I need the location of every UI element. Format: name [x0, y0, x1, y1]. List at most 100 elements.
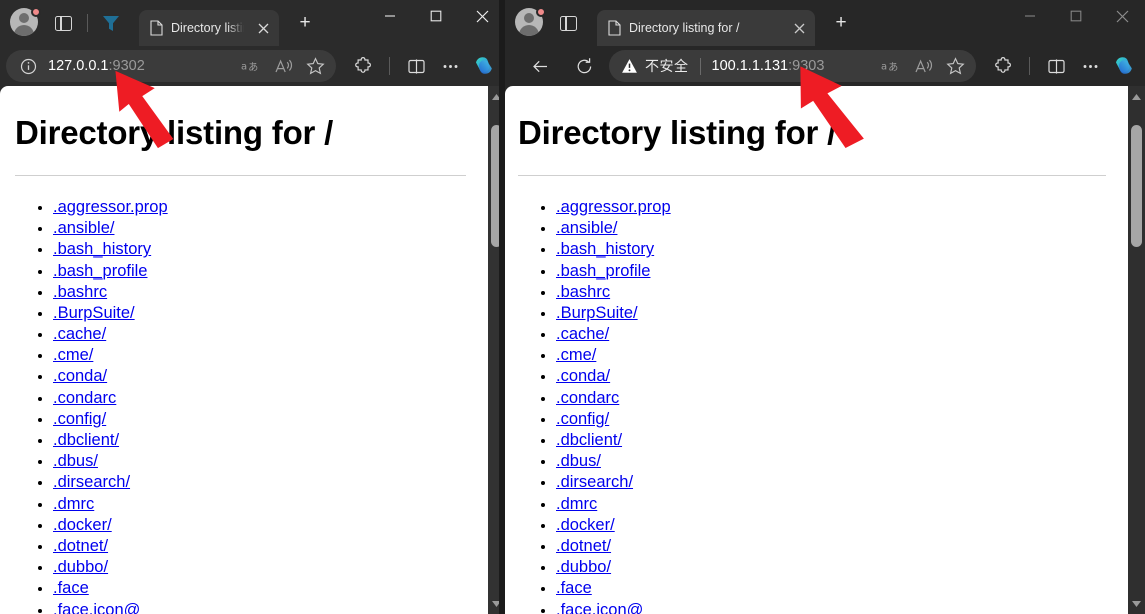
directory-entry-link[interactable]: .dbus/ — [53, 452, 98, 470]
directory-entry-link[interactable]: .docker/ — [556, 516, 615, 534]
directory-entry-link[interactable]: .conda/ — [556, 367, 610, 385]
directory-entry-link[interactable]: .conda/ — [53, 367, 107, 385]
scroll-up-arrow-icon[interactable] — [1128, 88, 1145, 105]
list-item: .dirsearch/ — [556, 474, 1110, 491]
toolbar-right: 不安全 100.1.1.131:9303 aあ — [505, 46, 1145, 86]
directory-entry-link[interactable]: .ansible/ — [556, 219, 617, 237]
list-item: .dirsearch/ — [53, 474, 470, 491]
list-item: .aggressor.prop — [556, 199, 1110, 216]
new-tab-button[interactable]: + — [291, 9, 319, 37]
directory-entry-link[interactable]: .BurpSuite/ — [556, 304, 638, 322]
directory-entry-link[interactable]: .dbclient/ — [53, 431, 119, 449]
copilot-icon[interactable] — [1109, 51, 1139, 81]
directory-entry-link[interactable]: .cme/ — [556, 346, 596, 364]
directory-entry-link[interactable]: .config/ — [556, 410, 609, 428]
directory-entry-link[interactable]: .dmrc — [53, 495, 94, 513]
favorite-icon[interactable] — [300, 53, 330, 79]
directory-entry-link[interactable]: .dotnet/ — [53, 537, 108, 555]
directory-entry-link[interactable]: .face — [53, 579, 89, 597]
collections-filter-icon[interactable] — [99, 11, 123, 35]
dual-browser-screenshot: Directory listing + — [0, 0, 1145, 614]
directory-entry-link[interactable]: .docker/ — [53, 516, 112, 534]
directory-entry-link[interactable]: .bashrc — [53, 283, 107, 301]
favorite-icon[interactable] — [940, 53, 970, 79]
maximize-button[interactable] — [413, 0, 459, 32]
tab-actions-icon[interactable] — [553, 9, 583, 37]
directory-entry-link[interactable]: .bash_profile — [53, 262, 147, 280]
directory-entry-link[interactable]: .cache/ — [556, 325, 609, 343]
list-item: .config/ — [53, 411, 470, 428]
directory-entry-link[interactable]: .face.icon@ — [556, 601, 643, 614]
list-item: .dmrc — [53, 495, 470, 513]
list-item: .bash_profile — [53, 262, 470, 280]
directory-entry-link[interactable]: .BurpSuite/ — [53, 304, 135, 322]
directory-entry-link[interactable]: .dbus/ — [556, 452, 601, 470]
split-screen-icon[interactable] — [1039, 51, 1073, 81]
directory-entry-link[interactable]: .aggressor.prop — [556, 198, 671, 216]
list-item: .face — [53, 580, 470, 597]
toolbar-divider — [1029, 57, 1030, 75]
settings-and-more-icon[interactable] — [1073, 51, 1107, 81]
scrollbar-thumb-right[interactable] — [1131, 125, 1142, 247]
browser-tab-right[interactable]: Directory listing for / — [597, 10, 815, 46]
directory-entry-link[interactable]: .bash_profile — [556, 262, 650, 280]
vertical-scrollbar-right[interactable] — [1128, 86, 1145, 614]
tab-strip-left: Directory listing + — [0, 0, 505, 46]
browser-tab-left[interactable]: Directory listing — [139, 10, 279, 46]
list-item: .bashrc — [53, 283, 470, 301]
split-screen-icon[interactable] — [399, 51, 433, 81]
close-tab-icon[interactable] — [789, 18, 809, 38]
site-information-icon[interactable] — [18, 56, 38, 76]
not-secure-warning[interactable]: 不安全 — [621, 56, 691, 76]
minimize-button[interactable] — [367, 0, 413, 32]
close-window-button[interactable] — [1099, 0, 1145, 32]
list-item: .condarc — [556, 389, 1110, 407]
directory-entry-link[interactable]: .cme/ — [53, 346, 93, 364]
directory-entry-link[interactable]: .bash_history — [556, 240, 654, 258]
extensions-icon[interactable] — [986, 51, 1020, 81]
address-bar-left[interactable]: 127.0.0.1:9302 aあ — [6, 50, 336, 82]
directory-entry-link[interactable]: .ansible/ — [53, 219, 114, 237]
list-item: .config/ — [556, 411, 1110, 428]
profile-avatar[interactable] — [10, 7, 41, 38]
back-icon[interactable] — [523, 51, 557, 81]
directory-entry-link[interactable]: .dirsearch/ — [556, 473, 633, 491]
translate-icon[interactable]: aあ — [236, 53, 266, 79]
directory-entry-link[interactable]: .condarc — [53, 389, 116, 407]
directory-entry-link[interactable]: .face — [556, 579, 592, 597]
directory-entry-link[interactable]: .condarc — [556, 389, 619, 407]
list-item: .face.icon@ — [53, 601, 470, 614]
directory-entry-link[interactable]: .cache/ — [53, 325, 106, 343]
list-item: .dbclient/ — [53, 432, 470, 449]
minimize-button[interactable] — [1007, 0, 1053, 32]
extensions-icon[interactable] — [346, 51, 380, 81]
directory-entry-link[interactable]: .dirsearch/ — [53, 473, 130, 491]
close-tab-icon[interactable] — [253, 18, 273, 38]
directory-entry-link[interactable]: .dubbo/ — [556, 558, 611, 576]
directory-entry-link[interactable]: .aggressor.prop — [53, 198, 168, 216]
list-item: .bash_history — [556, 241, 1110, 258]
directory-entry-link[interactable]: .dbclient/ — [556, 431, 622, 449]
directory-entry-link[interactable]: .bash_history — [53, 240, 151, 258]
refresh-icon[interactable] — [567, 51, 601, 81]
read-aloud-icon[interactable] — [268, 53, 298, 79]
directory-entry-link[interactable]: .dmrc — [556, 495, 597, 513]
directory-entry-link[interactable]: .bashrc — [556, 283, 610, 301]
profile-avatar[interactable] — [515, 7, 546, 38]
translate-icon[interactable]: aあ — [876, 53, 906, 79]
maximize-button[interactable] — [1053, 0, 1099, 32]
settings-and-more-icon[interactable] — [433, 51, 467, 81]
directory-entry-link[interactable]: .dotnet/ — [556, 537, 611, 555]
avatar-notification-dot — [536, 7, 546, 17]
directory-entry-link[interactable]: .face.icon@ — [53, 601, 140, 614]
tab-strip-right: Directory listing for / + — [505, 0, 1145, 46]
directory-entry-link[interactable]: .config/ — [53, 410, 106, 428]
directory-entry-link[interactable]: .dubbo/ — [53, 558, 108, 576]
copilot-icon[interactable] — [469, 51, 499, 81]
read-aloud-icon[interactable] — [908, 53, 938, 79]
address-bar-right[interactable]: 不安全 100.1.1.131:9303 aあ — [609, 50, 976, 82]
scroll-down-arrow-icon[interactable] — [1128, 595, 1145, 612]
tab-actions-icon[interactable] — [48, 9, 78, 37]
new-tab-button[interactable]: + — [827, 9, 855, 37]
toolbar-divider — [389, 57, 390, 75]
